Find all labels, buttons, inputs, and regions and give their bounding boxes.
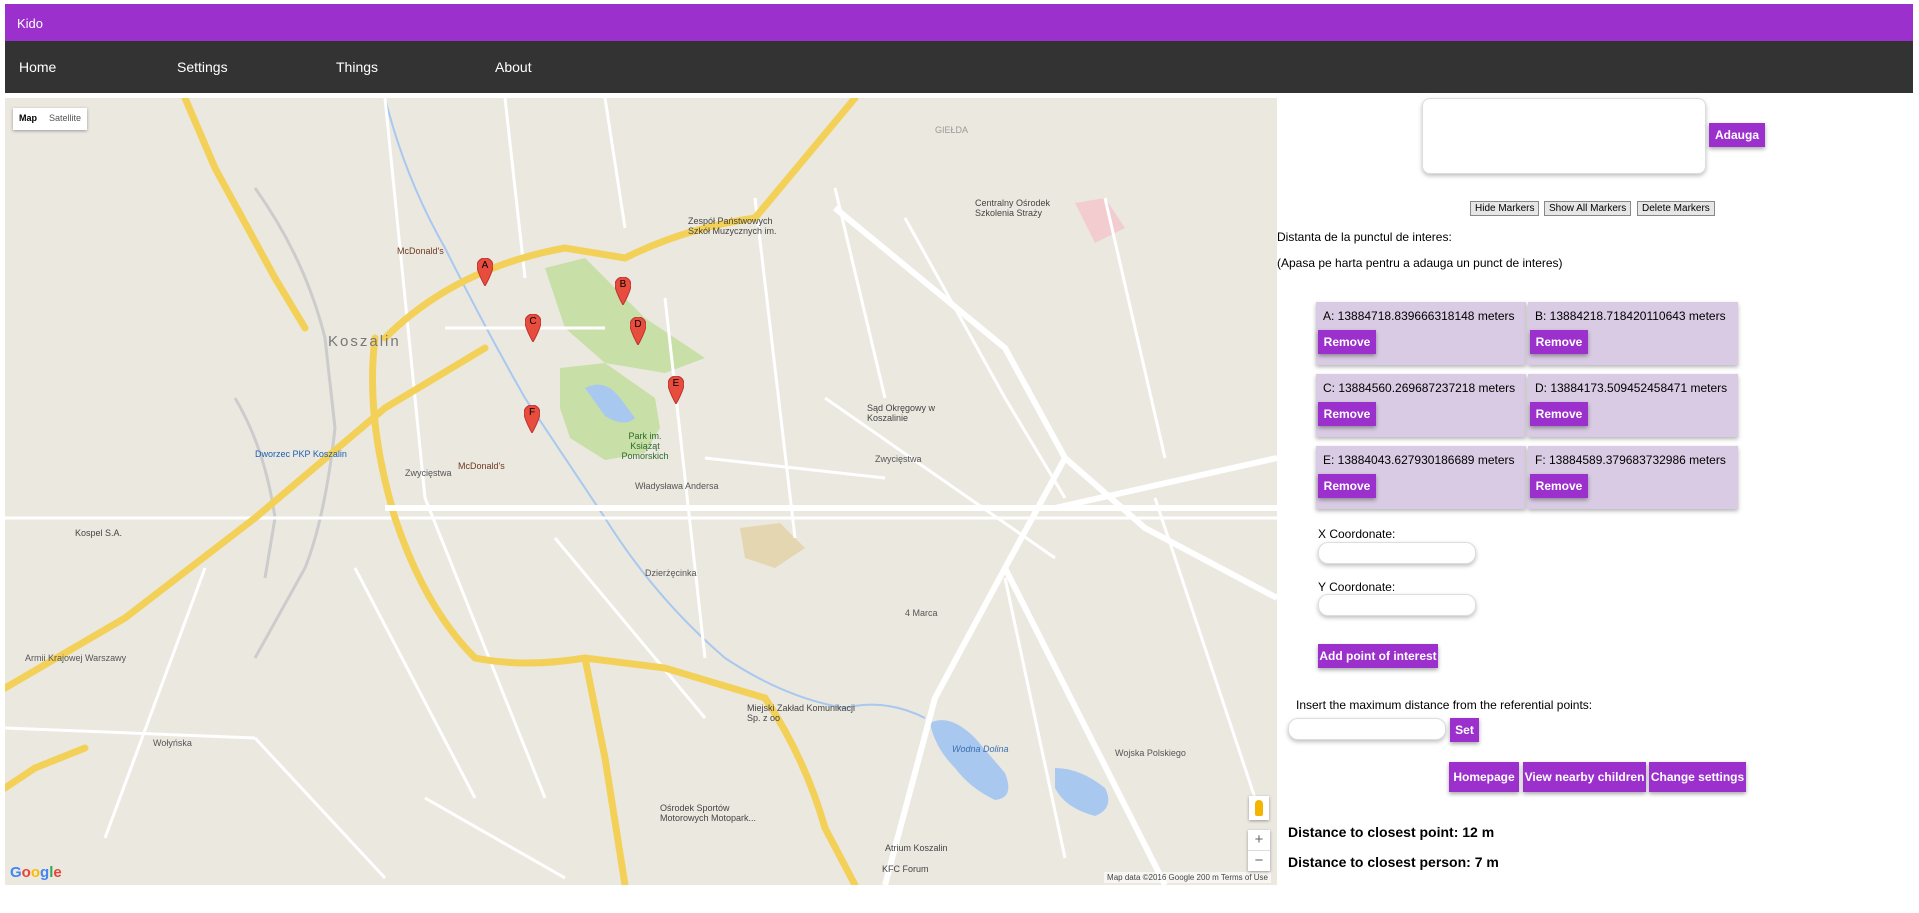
distance-card-b: B: 13884218.718420110643 meters Remove [1528,302,1738,365]
google-logo[interactable]: Google [10,864,62,881]
remove-button[interactable]: Remove [1530,330,1588,354]
map-marker[interactable]: E [668,376,684,404]
marker-label: C [529,316,537,327]
y-coordinate-label: Y Coordonate: [1318,580,1396,594]
map-poi-mcdonalds: McDonald's [397,246,444,256]
zoom-in-button[interactable]: + [1248,830,1270,850]
remove-button[interactable]: Remove [1530,474,1588,498]
map-poi-szkola: Zespół Państwowych Szkół Muzycznych im. [688,216,777,236]
show-markers-button[interactable]: Show All Markers [1544,201,1632,216]
map-type-control: Map Satellite [13,108,88,130]
marker-label: F [528,407,536,418]
map-poi-osrodek: Ośrodek Sportów Motorowych Motopark... [660,803,757,823]
distance-label: D: 13884173.509452458471 meters [1535,381,1728,395]
map-area-label: GIEŁDA [935,125,969,135]
park-area [545,258,705,373]
map-street-label: 4 Marca [905,608,938,618]
app-brand[interactable]: Kido [17,16,43,31]
map-marker[interactable]: F [524,405,540,433]
add-button[interactable]: Adauga [1709,123,1765,147]
map-marker[interactable]: C [525,314,541,342]
marker-label: E [672,378,680,389]
lake [1055,768,1109,816]
map-marker[interactable]: B [615,277,631,305]
view-nearby-children-button[interactable]: View nearby children [1523,762,1646,792]
distance-card-f: F: 13884589.379683732986 meters Remove [1528,446,1738,509]
map-street-label: Zwycięstwa [875,454,922,464]
google-map[interactable]: Map Satellite Koszalin McDonald's McDona… [5,98,1277,885]
add-point-of-interest-button[interactable]: Add point of interest [1318,644,1438,668]
map-city-label: Koszalin [328,333,401,350]
map-street-label: Wołyńska [153,738,192,748]
set-button[interactable]: Set [1450,718,1479,742]
zoom-out-button[interactable]: − [1248,851,1270,871]
max-distance-label: Insert the maximum distance from the ref… [1296,698,1593,712]
map-poi-centralny: Centralny Ośrodek Szkolenia Straży [975,198,1051,218]
hide-markers-button[interactable]: Hide Markers [1470,201,1540,216]
delete-markers-button[interactable]: Delete Markers [1637,201,1715,216]
closest-point-text: Distance to closest point: 12 m [1288,824,1495,840]
distance-label: A: 13884718.839666318148 meters [1323,309,1515,323]
marker-label: B [619,279,627,290]
nav-about[interactable]: About [495,59,532,75]
distance-card-e: E: 13884043.627930186689 meters Remove [1316,446,1526,509]
homepage-button[interactable]: Homepage [1449,762,1519,792]
nav-things[interactable]: Things [336,59,378,75]
map-poi-atrium: Atrium Koszalin [885,843,948,853]
map-poi-mcdonalds: McDonald's [458,461,505,471]
remove-button[interactable]: Remove [1530,402,1588,426]
x-coordinate-input[interactable] [1318,542,1476,564]
map-poi-miejski: Miejski Zakład Komunikacji Sp. z oo [747,703,856,723]
map-street-label: Władysława Andersa [635,481,719,491]
nav-home[interactable]: Home [19,59,56,75]
map-street-label: Zwycięstwa [405,468,452,478]
remove-button[interactable]: Remove [1318,402,1376,426]
map-poi-kospel: Kospel S.A. [75,528,123,538]
distance-card-a: A: 13884718.839666318148 meters Remove [1316,302,1526,365]
top-bar: Kido [5,4,1913,41]
zoom-control: + − [1248,830,1270,871]
distance-label: E: 13884043.627930186689 meters [1323,453,1515,467]
street-view-pegman-icon[interactable] [1249,796,1269,820]
map-street-label: Dzierżęcinka [645,568,697,578]
y-coordinate-input[interactable] [1318,594,1476,616]
map-water-label: Wodna Dolina [952,744,1009,754]
marker-label: A [481,260,489,271]
map-marker[interactable]: D [630,317,646,345]
map-type-satellite[interactable]: Satellite [43,108,87,130]
nav-settings[interactable]: Settings [177,59,228,75]
map-marker[interactable]: A [477,258,493,286]
distance-card-d: D: 13884173.509452458471 meters Remove [1528,374,1738,437]
map-type-map[interactable]: Map [13,108,43,130]
hospital-area [1075,198,1125,243]
remove-button[interactable]: Remove [1318,474,1376,498]
closest-person-text: Distance to closest person: 7 m [1288,854,1499,870]
distance-card-c: C: 13884560.269687237218 meters Remove [1316,374,1526,437]
distance-label: C: 13884560.269687237218 meters [1323,381,1516,395]
point-textarea[interactable] [1422,98,1706,174]
map-poi-sad: Sąd Okręgowy w Koszalinie [867,403,936,423]
map-poi-dworzec: Dworzec PKP Koszalin [255,449,347,459]
lake [930,720,1009,800]
change-settings-button[interactable]: Change settings [1649,762,1746,792]
max-distance-input[interactable] [1288,718,1446,740]
navigation-bar: Home Settings Things About [5,41,1913,93]
map-hint: (Apasa pe harta pentru a adauga un punct… [1277,256,1563,270]
distance-label: F: 13884589.379683732986 meters [1535,453,1726,467]
remove-button[interactable]: Remove [1318,330,1376,354]
x-coordinate-label: X Coordonate: [1318,527,1396,541]
marker-label: D [634,319,642,330]
map-attribution[interactable]: Map data ©2016 Google 200 m Terms of Use [1104,872,1271,883]
map-street-label: Armii Krajowej Warszawy [25,653,127,663]
map-canvas [5,98,1277,885]
map-street-label: Wojska Polskiego [1115,748,1186,758]
map-poi-park: Park im. Książąt Pomorskich [621,431,669,461]
distance-title: Distanta de la punctul de interes: [1277,230,1452,244]
distance-label: B: 13884218.718420110643 meters [1535,309,1726,323]
map-poi-kfc: KFC Forum [882,864,929,874]
